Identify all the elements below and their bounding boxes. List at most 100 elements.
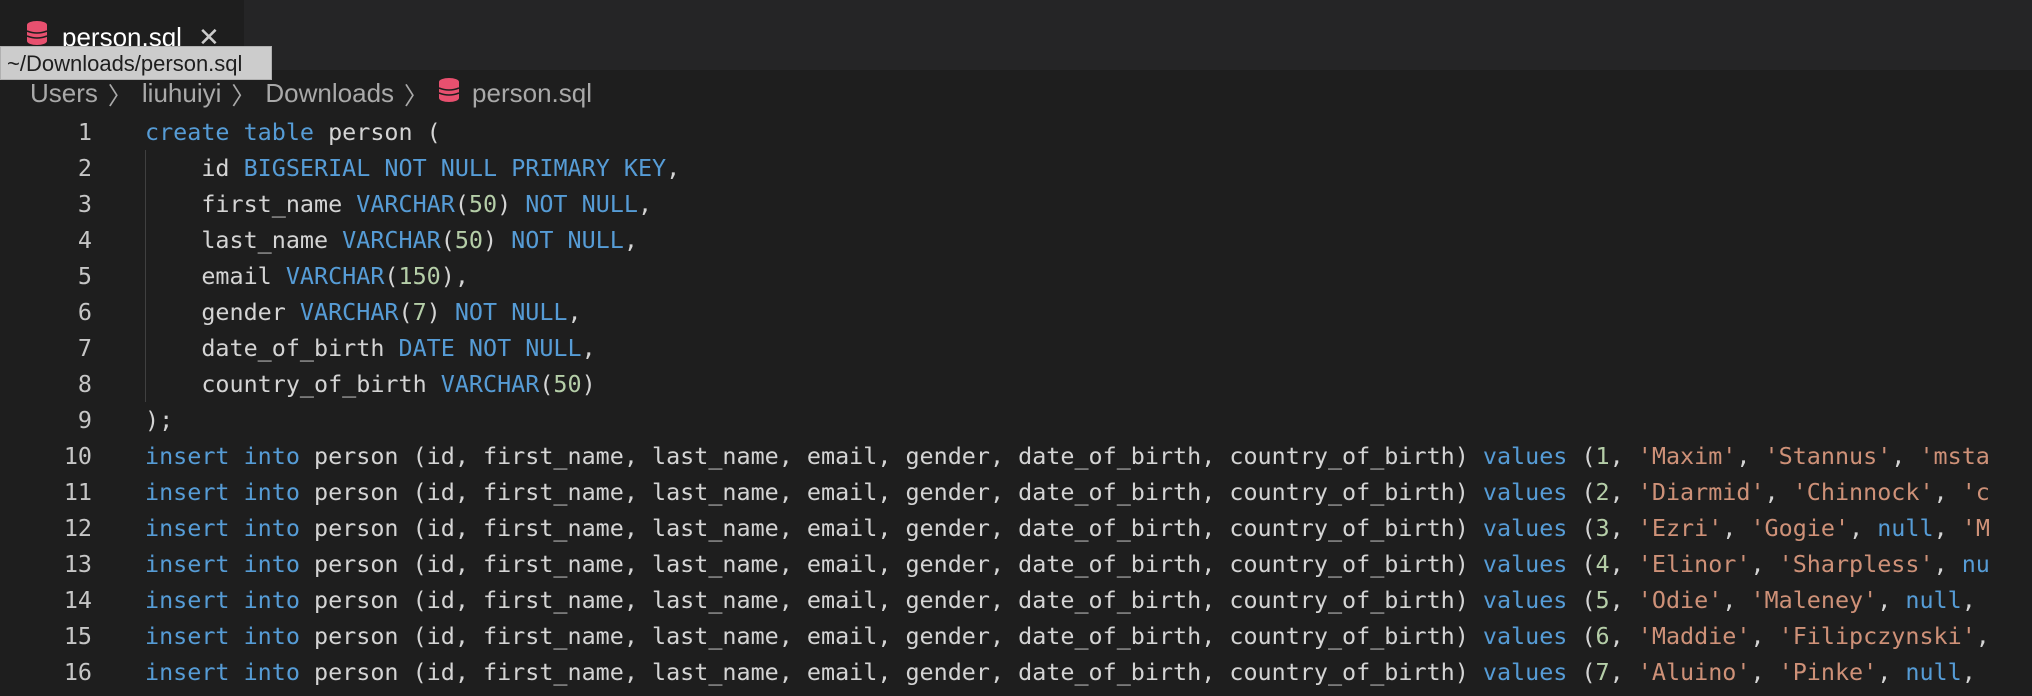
line-number: 14	[63, 586, 92, 614]
breadcrumb-item-file[interactable]: person.sql	[438, 77, 592, 110]
code-token: PRIMARY	[511, 154, 610, 182]
code-token: 150	[398, 262, 441, 290]
code-token: 50	[553, 370, 582, 398]
code-editor[interactable]: 1 create table person (2 id BIGSERIAL NOT…	[0, 114, 2032, 696]
code-token: ,	[1609, 586, 1638, 614]
code-token: 3	[1595, 514, 1610, 542]
code-token: VARCHAR	[440, 370, 540, 398]
code-token: values	[1482, 550, 1568, 578]
code-token: ,	[1609, 622, 1638, 650]
chevron-right-icon: 〉	[107, 82, 132, 110]
breadcrumb-item-users[interactable]: Users	[30, 78, 98, 109]
code-token: 'Diarmid'	[1637, 478, 1765, 506]
code-token: table	[243, 118, 315, 146]
code-token: NULL	[511, 298, 568, 326]
code-token: 'Maxim'	[1637, 442, 1737, 470]
code-text: );	[145, 402, 173, 438]
code-line[interactable]: 15 insert into person (id, first_name, la…	[0, 618, 2032, 654]
code-token: person (id, first_name, last_name, email…	[299, 550, 1483, 578]
code-token: ,	[637, 190, 653, 218]
code-token: insert	[145, 586, 230, 614]
code-text: create table person (	[145, 114, 441, 150]
code-text: last_name VARCHAR(50) NOT NULL,	[145, 222, 638, 258]
code-token: ,	[1609, 442, 1638, 470]
code-text: insert into person (id, first_name, last…	[145, 618, 1990, 654]
code-line[interactable]: 6 gender VARCHAR(7) NOT NULL,	[0, 294, 2032, 330]
code-line[interactable]: 5 email VARCHAR(150),	[0, 258, 2032, 294]
breadcrumb-item-liuhuiyi[interactable]: liuhuiyi	[142, 78, 222, 109]
code-text: insert into person (id, first_name, last…	[145, 510, 1990, 546]
line-number: 1	[77, 118, 92, 146]
code-token: 7	[412, 298, 427, 326]
code-line[interactable]: 3 first_name VARCHAR(50) NOT NULL,	[0, 186, 2032, 222]
code-token: nu	[1961, 550, 1990, 578]
code-line[interactable]: 10 insert into person (id, first_name, la…	[0, 438, 2032, 474]
code-token: values	[1482, 514, 1568, 542]
code-token: ,	[567, 298, 582, 326]
code-token: into	[243, 514, 300, 542]
code-token: insert	[145, 514, 230, 542]
code-token: NULL	[440, 154, 498, 182]
code-line[interactable]: 7 date_of_birth DATE NOT NULL,	[0, 330, 2032, 366]
code-text: insert into person (id, first_name, last…	[145, 654, 1990, 690]
code-line[interactable]: 13 insert into person (id, first_name, la…	[0, 546, 2032, 582]
code-line[interactable]: 11 insert into person (id, first_name, la…	[0, 474, 2032, 510]
code-line[interactable]: 8 country_of_birth VARCHAR(50)	[0, 366, 2032, 402]
code-line[interactable]: 16 insert into person (id, first_name, la…	[0, 654, 2032, 690]
code-token: into	[243, 550, 300, 578]
code-token: (	[440, 226, 455, 254]
code-token: VARCHAR	[299, 298, 399, 326]
breadcrumb-file-label: person.sql	[472, 77, 593, 108]
line-number: 2	[77, 154, 92, 182]
code-token: 5	[1595, 586, 1610, 614]
code-token: into	[243, 478, 300, 506]
code-token: values	[1482, 586, 1568, 614]
code-token: ,	[1722, 586, 1751, 614]
code-token: ,	[1609, 478, 1638, 506]
code-token: NOT	[511, 226, 554, 254]
code-line[interactable]: 12 insert into person (id, first_name, la…	[0, 510, 2032, 546]
code-token: NULL	[567, 226, 624, 254]
code-token: NOT	[525, 190, 568, 218]
code-token: into	[243, 586, 300, 614]
code-token: 1	[1595, 442, 1610, 470]
code-line[interactable]: 9);	[0, 402, 2032, 438]
code-token: ,	[1764, 478, 1793, 506]
code-token: first_name	[145, 190, 357, 218]
code-token: ),	[440, 262, 469, 290]
line-number: 5	[77, 262, 92, 290]
code-token: insert	[145, 442, 230, 470]
code-token: into	[243, 658, 300, 686]
code-token: 'msta	[1919, 442, 1990, 470]
code-text: insert into person (id, first_name, last…	[145, 438, 1990, 474]
code-token: into	[243, 622, 300, 650]
line-number: 15	[63, 622, 92, 650]
chevron-right-icon: 〉	[404, 82, 429, 110]
code-token: 50	[468, 190, 498, 218]
line-number: 7	[77, 334, 92, 362]
code-token: (	[1567, 658, 1596, 686]
breadcrumb-item-downloads[interactable]: Downloads	[265, 78, 394, 109]
code-token: ,	[1933, 514, 1962, 542]
code-token: );	[145, 406, 174, 434]
code-line[interactable]: 4 last_name VARCHAR(50) NOT NULL,	[0, 222, 2032, 258]
code-token: person (id, first_name, last_name, email…	[299, 478, 1483, 506]
line-number: 12	[63, 514, 92, 542]
code-token: KEY	[623, 154, 667, 182]
code-token: 2	[1595, 478, 1610, 506]
code-token: 'Filipczynski'	[1778, 622, 1976, 650]
code-line[interactable]: 14 insert into person (id, first_name, la…	[0, 582, 2032, 618]
code-token: null	[1877, 514, 1934, 542]
code-line[interactable]: 2 id BIGSERIAL NOT NULL PRIMARY KEY,	[0, 150, 2032, 186]
code-line[interactable]: 1 create table person (	[0, 114, 2032, 150]
code-token: ,	[1722, 514, 1751, 542]
line-number: 10	[63, 442, 92, 470]
